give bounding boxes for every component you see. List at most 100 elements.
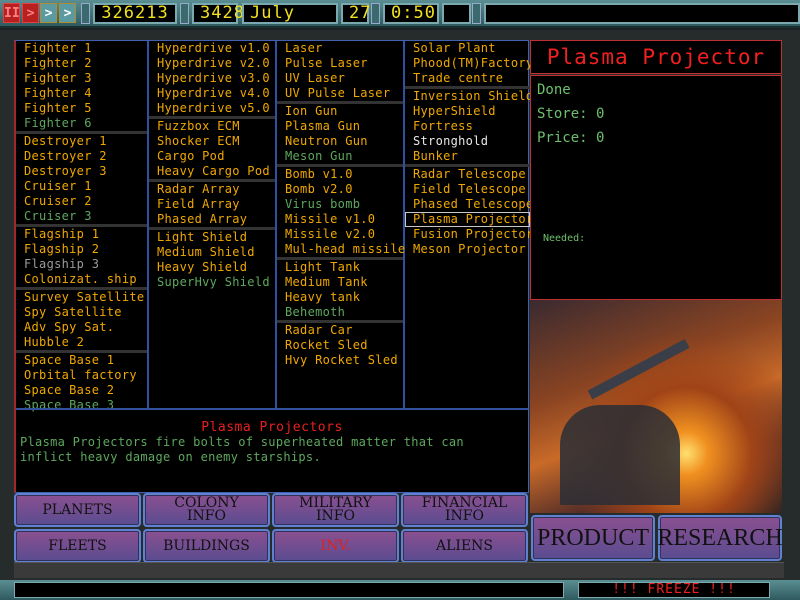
inventory-item[interactable]: Adv Spy Sat. <box>16 320 147 335</box>
inventory-item[interactable]: Fighter 4 <box>16 86 147 101</box>
inventory-item[interactable]: Phased Array <box>149 212 275 227</box>
research-button[interactable]: RESEARCH <box>657 515 783 561</box>
product-label: PRODUCT <box>536 524 650 551</box>
inventory-item[interactable]: Ion Gun <box>277 104 403 119</box>
inventory-group: Radar Array Field Array Phased Array <box>149 182 275 230</box>
inventory-item[interactable]: Meson Gun <box>277 149 403 164</box>
inventory-item[interactable]: Hyperdrive v2.0 <box>149 56 275 71</box>
inventory-item[interactable]: Meson Projector <box>405 242 530 257</box>
inventory-item[interactable]: HyperShield <box>405 104 530 119</box>
inventory-item[interactable]: Virus bomb <box>277 197 403 212</box>
inventory-item[interactable]: UV Pulse Laser <box>277 86 403 101</box>
description-panel: Plasma Projectors Plasma Projectors fire… <box>16 408 528 493</box>
inventory-item[interactable]: Missile v2.0 <box>277 227 403 242</box>
inventory-item[interactable]: Medium Tank <box>277 275 403 290</box>
inventory-item[interactable]: Colonizat. ship <box>16 272 147 287</box>
inventory-item[interactable]: Hvy Rocket Sled <box>277 353 403 368</box>
inventory-item[interactable]: Stronghold <box>405 134 530 149</box>
empty-display <box>442 3 471 24</box>
inventory-item[interactable]: Shocker ECM <box>149 134 275 149</box>
aliens-button[interactable]: ALIENS <box>401 529 528 563</box>
inventory-item[interactable]: Solar Plant <box>405 41 530 56</box>
inventory-item[interactable]: Space Base 1 <box>16 353 147 368</box>
cannon-barrel <box>587 338 690 400</box>
inventory-item[interactable]: Fighter 2 <box>16 56 147 71</box>
inventory-item[interactable]: Flagship 3 <box>16 257 147 272</box>
inventory-item[interactable]: Rocket Sled <box>277 338 403 353</box>
inventory-item[interactable]: Bomb v1.0 <box>277 167 403 182</box>
inventory-item[interactable]: Inversion Shield <box>405 89 533 104</box>
inventory-group: Hyperdrive v1.0 Hyperdrive v2.0 Hyperdrive… <box>149 41 275 119</box>
military-info-button[interactable]: MILITARY INFO <box>272 493 399 527</box>
inventory-item[interactable]: Field Telescope <box>405 182 530 197</box>
inventory-item[interactable]: Hyperdrive v5.0 <box>149 101 275 116</box>
inventory-item[interactable]: Trade centre <box>405 71 530 86</box>
status-message <box>14 582 564 598</box>
inventory-item[interactable]: Space Base 2 <box>16 383 147 398</box>
inventory-item[interactable]: Destroyer 2 <box>16 149 147 164</box>
pause-icon[interactable]: II <box>3 3 20 23</box>
inventory-item[interactable]: Cruiser 2 <box>16 194 147 209</box>
inventory-item[interactable]: Radar Telescope <box>405 167 530 182</box>
inventory-item[interactable]: Laser <box>277 41 403 56</box>
status-bar: !!! FREEZE !!! <box>0 580 800 600</box>
planets-button[interactable]: PLANETS <box>14 493 141 527</box>
inventory-item[interactable]: Pulse Laser <box>277 56 403 71</box>
inventory-item[interactable]: Hubble 2 <box>16 335 147 350</box>
inventory-item[interactable]: Plasma Gun <box>277 119 403 134</box>
inventory-item[interactable]: Cruiser 1 <box>16 179 147 194</box>
inventory-item[interactable]: Heavy tank <box>277 290 403 305</box>
inventory-item[interactable]: Fortress <box>405 119 530 134</box>
inventory-item[interactable]: Destroyer 3 <box>16 164 147 179</box>
inventory-group: Fighter 1 Fighter 2 Fighter 3 Fighter 4 Figh… <box>16 41 147 134</box>
buildings-label: BUILDINGS <box>163 537 250 554</box>
inventory-item[interactable]: Fighter 3 <box>16 71 147 86</box>
inventory-item[interactable]: SuperHvy Shield <box>149 275 275 290</box>
product-button[interactable]: PRODUCT <box>531 515 655 561</box>
inventory-item[interactable]: Survey Satellite <box>16 290 147 305</box>
inventory-item-selected[interactable]: Plasma Projector <box>405 212 533 227</box>
inventory-item[interactable]: Field Array <box>149 197 275 212</box>
play-icon[interactable]: > <box>22 3 39 23</box>
inventions-button[interactable]: INV. <box>272 529 399 563</box>
financial-info-button[interactable]: FINANCIAL INFO <box>401 493 528 527</box>
inventory-item[interactable]: Flagship 1 <box>16 227 147 242</box>
inventory-item[interactable]: Heavy Cargo Pod <box>149 164 275 179</box>
inventory-item[interactable]: Cruiser 3 <box>16 209 147 224</box>
inventory-item[interactable]: Orbital factory <box>16 368 147 383</box>
inventory-item[interactable]: Light Tank <box>277 260 403 275</box>
buildings-button[interactable]: BUILDINGS <box>143 529 270 563</box>
inventory-item[interactable]: Phood(TM)Factory <box>405 56 533 71</box>
inventory-column: Hyperdrive v1.0 Hyperdrive v2.0 Hyperdrive… <box>149 41 277 408</box>
inventory-item[interactable]: Spy Satellite <box>16 305 147 320</box>
inventory-item[interactable]: Fighter 6 <box>16 116 147 131</box>
inventory-item[interactable]: Fighter 1 <box>16 41 147 56</box>
fast-forward-icon[interactable]: > <box>40 3 57 23</box>
inventory-item[interactable]: Fighter 5 <box>16 101 147 116</box>
inventory-item[interactable]: Missile v1.0 <box>277 212 403 227</box>
inventory-item[interactable]: Behemoth <box>277 305 403 320</box>
inventory-item[interactable]: Medium Shield <box>149 245 275 260</box>
inventory-item[interactable]: Hyperdrive v3.0 <box>149 71 275 86</box>
inventory-item[interactable]: Phased Telescope <box>405 197 533 212</box>
inventory-item[interactable]: Heavy Shield <box>149 260 275 275</box>
faster-forward-icon[interactable]: > <box>59 3 76 23</box>
inventory-item[interactable]: Hyperdrive v4.0 <box>149 86 275 101</box>
fleets-button[interactable]: FLEETS <box>14 529 141 563</box>
inventory-item[interactable]: Destroyer 1 <box>16 134 147 149</box>
inventory-item[interactable]: Cargo Pod <box>149 149 275 164</box>
financial-label-2: INFO <box>445 508 484 524</box>
inventory-item[interactable]: Bunker <box>405 149 530 164</box>
inventory-item[interactable]: Light Shield <box>149 230 275 245</box>
inventory-item[interactable]: Fuzzbox ECM <box>149 119 275 134</box>
inventory-item[interactable]: Fusion Projector <box>405 227 533 242</box>
inventory-item[interactable]: UV Laser <box>277 71 403 86</box>
inventory-item[interactable]: Neutron Gun <box>277 134 403 149</box>
inventory-item[interactable]: Bomb v2.0 <box>277 182 403 197</box>
inventory-item[interactable]: Hyperdrive v1.0 <box>149 41 275 56</box>
inventory-item[interactable]: Flagship 2 <box>16 242 147 257</box>
inventory-item[interactable]: Mul-head missile <box>277 242 405 257</box>
inventory-item[interactable]: Radar Array <box>149 182 275 197</box>
inventory-item[interactable]: Radar Car <box>277 323 403 338</box>
colony-info-button[interactable]: COLONY INFO <box>143 493 270 527</box>
